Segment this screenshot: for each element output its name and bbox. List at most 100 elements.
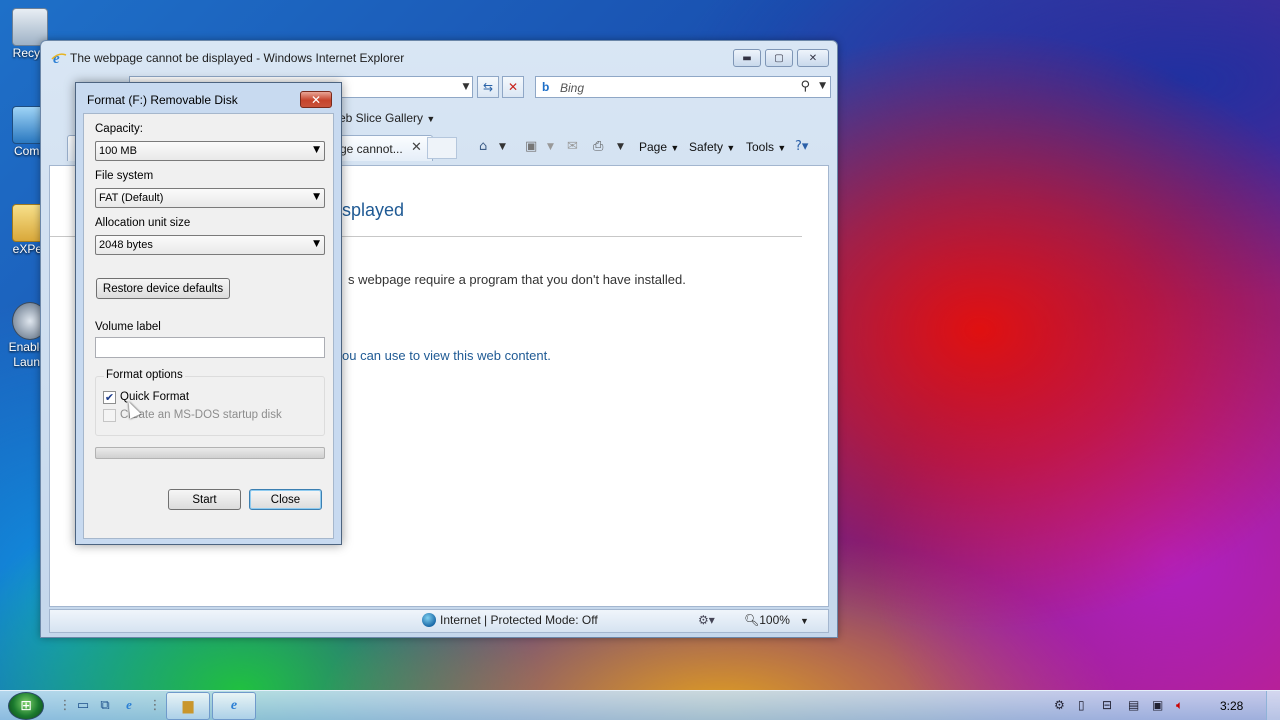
volume-label-label: Volume label bbox=[95, 321, 161, 333]
minimize-button[interactable]: ▬ bbox=[733, 49, 761, 67]
chevron-down-icon[interactable]: ▼ bbox=[547, 142, 554, 152]
chevron-down-icon: ▼ bbox=[426, 114, 436, 124]
zoom-control[interactable]: 🔍︎100% ▼ bbox=[744, 613, 809, 627]
security-zone[interactable]: Internet | Protected Mode: Off bbox=[422, 613, 598, 627]
ie-logo-icon: e bbox=[230, 698, 238, 713]
chevron-down-icon: ▼ bbox=[313, 239, 320, 249]
network-icon[interactable]: ⊟ bbox=[1102, 698, 1112, 712]
refresh-icon: ⇆ bbox=[482, 80, 494, 94]
close-button[interactable]: Close bbox=[249, 489, 322, 510]
allocation-value: 2048 bytes bbox=[99, 239, 153, 251]
help-icon[interactable]: ?▾ bbox=[795, 139, 808, 154]
chevron-down-icon: ▼ bbox=[799, 616, 809, 626]
stop-button[interactable]: ✕ bbox=[502, 76, 524, 98]
protected-mode-icon[interactable]: ⚙▾ bbox=[698, 613, 715, 627]
taskbar-ie-button[interactable]: e bbox=[212, 692, 256, 720]
dialog-close-button[interactable]: ✕ bbox=[300, 91, 332, 108]
start-button[interactable]: ⊞ bbox=[8, 692, 44, 720]
status-bar: Internet | Protected Mode: Off ⚙▾ 🔍︎100%… bbox=[49, 609, 829, 633]
taskbar-explorer-button[interactable]: ▆ bbox=[166, 692, 210, 720]
window-title: The webpage cannot be displayed - Window… bbox=[70, 51, 405, 65]
dialog-body: Capacity: 100 MB ▼ File system FAT (Defa… bbox=[83, 113, 334, 539]
switch-windows-icon[interactable]: ⧉ bbox=[96, 696, 114, 714]
ie-logo-icon: e bbox=[51, 51, 67, 66]
window-close-button[interactable]: ✕ bbox=[797, 49, 829, 67]
volume-label-input[interactable] bbox=[95, 337, 325, 358]
page-menu[interactable]: Page ▼ bbox=[639, 140, 679, 154]
safety-menu-label: Safety bbox=[689, 140, 724, 154]
search-box[interactable]: b Bing ⚲ ▼ bbox=[535, 76, 831, 98]
security-zone-label: Internet | Protected Mode: Off bbox=[440, 613, 598, 627]
display-icon[interactable]: ▣ bbox=[1152, 698, 1163, 712]
mail-icon[interactable]: ✉ bbox=[567, 139, 578, 154]
maximize-button[interactable]: ▢ bbox=[765, 49, 793, 67]
web-slice-gallery-link[interactable]: eb Slice Gallery ▼ bbox=[339, 111, 435, 125]
safety-menu[interactable]: Safety ▼ bbox=[689, 140, 735, 154]
msdos-startup-label: Create an MS-DOS startup disk bbox=[120, 409, 282, 421]
close-icon: ✕ bbox=[310, 92, 322, 107]
safely-remove-icon[interactable]: ▤ bbox=[1128, 698, 1139, 712]
maximize-icon: ▢ bbox=[774, 52, 784, 64]
filesystem-select[interactable]: FAT (Default) ▼ bbox=[95, 188, 325, 208]
refresh-button[interactable]: ⇆ bbox=[477, 76, 499, 98]
ie-quicklaunch-icon[interactable]: e bbox=[120, 696, 138, 714]
page-menu-label: Page bbox=[639, 140, 668, 154]
device-icon[interactable]: ▯ bbox=[1078, 698, 1085, 712]
close-icon: ✕ bbox=[808, 52, 818, 64]
capacity-select[interactable]: 100 MB ▼ bbox=[95, 141, 325, 161]
taskbar: ⊞ ⋮ ▭ ⧉ e ⋮ ▆ e ⚙ ▯ ⊟ ▤ ▣ 🔈︎ 3:28 bbox=[0, 690, 1280, 720]
favorites-item-label: eb Slice Gallery bbox=[339, 111, 424, 125]
taskbar-clock[interactable]: 3:28 bbox=[1220, 699, 1243, 713]
format-dialog: Format (F:) Removable Disk ✕ Capacity: 1… bbox=[75, 82, 342, 545]
svg-text:e: e bbox=[53, 51, 60, 66]
start-button[interactable]: Start bbox=[168, 489, 241, 510]
new-tab-button[interactable] bbox=[427, 137, 457, 159]
quick-format-checkbox[interactable]: ✔ bbox=[103, 391, 116, 404]
minimize-icon: ▬ bbox=[742, 52, 752, 64]
format-options-label: Format options bbox=[104, 369, 185, 381]
volume-muted-icon[interactable]: 🔈︎ bbox=[1176, 698, 1183, 713]
zoom-level: 100% bbox=[759, 613, 790, 627]
search-placeholder: Bing bbox=[560, 81, 585, 95]
error-description: s webpage require a program that you don… bbox=[348, 272, 686, 287]
tab-close-icon[interactable]: ✕ bbox=[411, 140, 422, 155]
allocation-select[interactable]: 2048 bytes ▼ bbox=[95, 235, 325, 255]
show-desktop-button[interactable] bbox=[1266, 691, 1280, 720]
stop-icon: ✕ bbox=[507, 80, 519, 94]
tools-menu[interactable]: Tools ▼ bbox=[746, 140, 786, 154]
bing-icon: b bbox=[542, 80, 550, 94]
chevron-down-icon: ▼ bbox=[313, 145, 320, 155]
quicklaunch-grip-icon: ⋮ bbox=[58, 697, 72, 713]
globe-icon bbox=[422, 613, 436, 627]
chevron-down-icon[interactable]: ▼ bbox=[499, 142, 506, 152]
restore-defaults-button[interactable]: Restore device defaults bbox=[96, 278, 230, 299]
chevron-down-icon[interactable]: ▼ bbox=[617, 142, 624, 152]
folder-icon: ▆ bbox=[182, 698, 194, 714]
capacity-value: 100 MB bbox=[99, 145, 137, 157]
filesystem-value: FAT (Default) bbox=[99, 192, 164, 204]
filesystem-label: File system bbox=[95, 170, 154, 182]
windows-logo-icon: ⊞ bbox=[20, 698, 32, 714]
tab-label: ge cannot... bbox=[340, 142, 403, 156]
search-icon[interactable]: ⚲ bbox=[800, 79, 810, 94]
chevron-down-icon[interactable]: ▼ bbox=[459, 76, 473, 98]
action-center-icon[interactable]: ⚙ bbox=[1054, 698, 1065, 712]
chevron-down-icon[interactable]: ▼ bbox=[819, 81, 826, 91]
home-icon[interactable]: ⌂ bbox=[479, 139, 487, 154]
capacity-label: Capacity: bbox=[95, 123, 143, 135]
quicklaunch-grip-icon: ⋮ bbox=[148, 697, 162, 713]
ie-titlebar[interactable]: e The webpage cannot be displayed - Wind… bbox=[41, 41, 837, 73]
dialog-title: Format (F:) Removable Disk bbox=[87, 93, 238, 107]
feeds-icon[interactable]: ▣ bbox=[525, 139, 537, 154]
chevron-down-icon: ▼ bbox=[670, 143, 680, 153]
allocation-label: Allocation unit size bbox=[95, 217, 191, 229]
show-desktop-icon[interactable]: ▭ bbox=[74, 696, 92, 714]
error-help-link[interactable]: ou can use to view this web content. bbox=[342, 348, 551, 363]
error-heading: splayed bbox=[342, 200, 405, 220]
checkmark-icon: ✔ bbox=[104, 391, 115, 404]
print-icon[interactable]: ⎙ bbox=[593, 139, 603, 154]
msdos-startup-checkbox[interactable] bbox=[103, 409, 116, 422]
chevron-down-icon: ▼ bbox=[313, 192, 320, 202]
chevron-down-icon: ▼ bbox=[777, 143, 787, 153]
format-progress-bar bbox=[95, 447, 325, 459]
